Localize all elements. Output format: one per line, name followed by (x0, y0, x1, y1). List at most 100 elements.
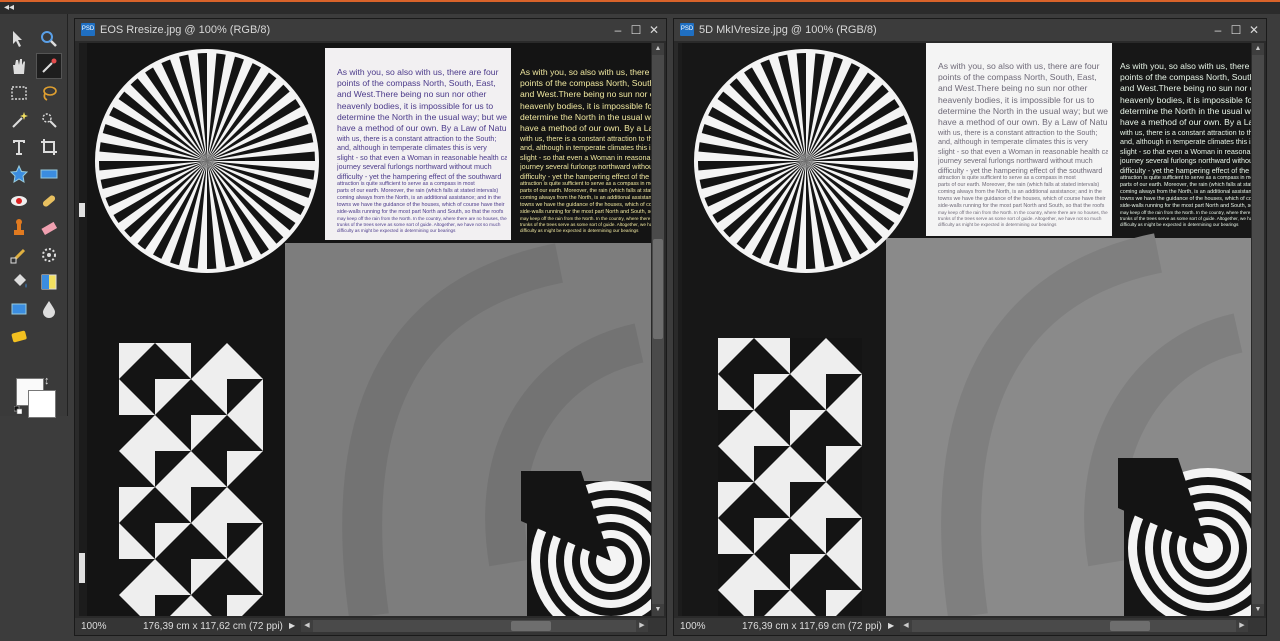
eyedropper-tool-icon[interactable] (36, 53, 62, 79)
image-canvas[interactable]: As with you, so also with us, there are … (79, 43, 651, 616)
text-line: difficulty as might be expected in deter… (1120, 221, 1239, 227)
minimize-button[interactable]: – (610, 22, 626, 38)
scroll-right-arrow[interactable]: ▶ (1236, 620, 1248, 632)
gradient-tool-icon[interactable] (36, 269, 62, 295)
image-canvas[interactable]: As with you, so also with us, there are … (678, 43, 1251, 616)
paint-bucket-icon[interactable] (6, 269, 32, 295)
scroll-thumb[interactable] (1110, 621, 1150, 631)
text-line: As with you, so also with us, there are … (1120, 61, 1251, 71)
scroll-down-arrow[interactable]: ▼ (652, 604, 664, 616)
collapse-panels-icon[interactable]: ◂◂ (4, 2, 14, 14)
document-dimensions: 176,39 cm x 117,62 cm (72 ppi) (143, 621, 283, 632)
text-line: points of the compass North, South, East… (337, 78, 496, 89)
background-color-swatch[interactable] (28, 390, 56, 418)
triangle-pattern (718, 338, 862, 616)
text-line: side-walls running for the most part Nor… (1120, 202, 1251, 209)
text-line: points of the compass North, South, East… (1120, 72, 1251, 83)
sample-text-light-on-dark: As with you, so also with us, there are … (520, 67, 651, 242)
text-line: with us, there is a constant attraction … (520, 134, 651, 144)
status-bar: 100% 176,39 cm x 117,69 cm (72 ppi) ▶ ◀ … (674, 618, 1266, 635)
move-tool-icon[interactable] (6, 26, 32, 52)
zoom-level[interactable]: 100% (81, 621, 107, 632)
text-line: and, although in temperate climates this… (938, 137, 1088, 147)
straighten-tool-icon[interactable] (36, 161, 62, 187)
sponge-tool-icon[interactable] (6, 323, 32, 349)
text-line: attraction is quite sufficient to serve … (938, 174, 1076, 181)
default-colors-icon[interactable] (14, 406, 22, 414)
hand-tool-icon[interactable] (6, 53, 32, 79)
text-line: have a method of our own. By a Law of Na… (337, 122, 507, 133)
text-line: slight - so that even a Woman in reasona… (337, 152, 507, 162)
status-bar: 100% 176,39 cm x 117,62 cm (72 ppi) ▶ ◀ … (75, 618, 666, 635)
maximize-button[interactable]: ☐ (1228, 22, 1244, 38)
scroll-left-arrow[interactable]: ◀ (900, 620, 912, 632)
scroll-up-arrow[interactable]: ▲ (1252, 43, 1264, 55)
text-line: side-walls running for the most part Nor… (337, 208, 504, 215)
text-line: towns we have the guidance of the houses… (938, 195, 1106, 202)
text-line: attraction is quite sufficient to serve … (1120, 174, 1251, 181)
text-line: coming always from the North, is an addi… (938, 188, 1102, 195)
minimize-button[interactable]: – (1210, 22, 1226, 38)
text-line: journey several furlongs northward witho… (337, 162, 492, 172)
text-line: parts of our earth. Moreover, the rain (… (1120, 181, 1251, 188)
lasso-tool-icon[interactable] (36, 80, 62, 106)
document-window-eos[interactable]: PSD EOS Rresize.jpg @ 100% (RGB/8) – ☐ ✕… (74, 18, 667, 636)
status-menu-arrow[interactable]: ▶ (289, 621, 295, 630)
cookie-cutter-icon[interactable] (6, 161, 32, 187)
triangle-pattern (119, 343, 263, 616)
text-line: and West.There being no sun nor other (337, 89, 487, 100)
scroll-down-arrow[interactable]: ▼ (1252, 604, 1264, 616)
window-titlebar[interactable]: PSD EOS Rresize.jpg @ 100% (RGB/8) – ☐ ✕ (75, 19, 666, 41)
text-line: determine the North in the usual way; bu… (337, 111, 507, 122)
blur-tool-icon[interactable] (36, 296, 62, 322)
scroll-left-arrow[interactable]: ◀ (301, 620, 313, 632)
text-line: with us, there is a constant attraction … (1120, 128, 1251, 138)
text-line: journey several furlongs northward witho… (938, 156, 1093, 166)
type-tool-icon[interactable] (6, 134, 32, 160)
text-line: with us, there is a constant attraction … (337, 134, 497, 144)
close-button[interactable]: ✕ (1246, 22, 1262, 38)
zoom-tool-icon[interactable] (36, 26, 62, 52)
vertical-scrollbar[interactable]: ▲ ▼ (1252, 43, 1264, 616)
swap-colors-icon[interactable]: ↕ (44, 375, 50, 387)
text-line: towns we have the guidance of the houses… (337, 201, 505, 208)
text-line: As with you, so also with us, there are … (337, 67, 499, 77)
horizontal-scrollbar[interactable]: ◀ ▶ (301, 620, 648, 632)
rectangular-marquee-icon[interactable] (6, 80, 32, 106)
red-eye-icon[interactable] (6, 188, 32, 214)
spot-healing-icon[interactable] (36, 188, 62, 214)
text-line: points of the compass North, South, East… (938, 72, 1097, 83)
magic-wand-icon[interactable] (6, 107, 32, 133)
scroll-up-arrow[interactable]: ▲ (652, 43, 664, 55)
zoom-level[interactable]: 100% (680, 621, 706, 632)
siemens-star (95, 49, 319, 273)
text-line: difficulty - yet the hampering effect of… (337, 171, 502, 181)
shape-tool-icon[interactable] (6, 296, 32, 322)
eraser-icon[interactable] (36, 215, 62, 241)
text-line: points of the compass North, South, East… (520, 78, 651, 89)
crop-tool-icon[interactable] (36, 134, 62, 160)
horizontal-scrollbar[interactable]: ◀ ▶ (900, 620, 1248, 632)
scroll-thumb[interactable] (511, 621, 551, 631)
window-titlebar[interactable]: PSD 5D MkIVresize.jpg @ 100% (RGB/8) – ☐… (674, 19, 1266, 41)
quick-selection-icon[interactable] (36, 107, 62, 133)
vertical-scrollbar[interactable]: ▲ ▼ (652, 43, 664, 616)
close-button[interactable]: ✕ (646, 22, 662, 38)
text-line: side-walls running for the most part Nor… (938, 202, 1105, 209)
scroll-right-arrow[interactable]: ▶ (636, 620, 648, 632)
text-line: difficulty as might be expected in deter… (520, 227, 639, 233)
document-dimensions: 176,39 cm x 117,69 cm (72 ppi) (742, 621, 882, 632)
psd-file-icon: PSD (680, 23, 694, 36)
scroll-thumb[interactable] (653, 239, 663, 339)
clone-stamp-icon[interactable] (6, 215, 32, 241)
maximize-button[interactable]: ☐ (628, 22, 644, 38)
status-menu-arrow[interactable]: ▶ (888, 621, 894, 630)
text-line: journey several furlongs northward witho… (1120, 156, 1251, 166)
text-line: heavenly bodies, it is impossible for us… (1120, 94, 1251, 105)
text-line: and, although in temperate climates this… (337, 143, 487, 153)
brush-tool-icon[interactable] (6, 242, 32, 268)
document-window-5d[interactable]: PSD 5D MkIVresize.jpg @ 100% (RGB/8) – ☐… (673, 18, 1267, 636)
text-line: and West.There being no sun nor other (938, 83, 1088, 94)
siemens-star (694, 49, 918, 273)
smart-brush-icon[interactable] (36, 242, 62, 268)
